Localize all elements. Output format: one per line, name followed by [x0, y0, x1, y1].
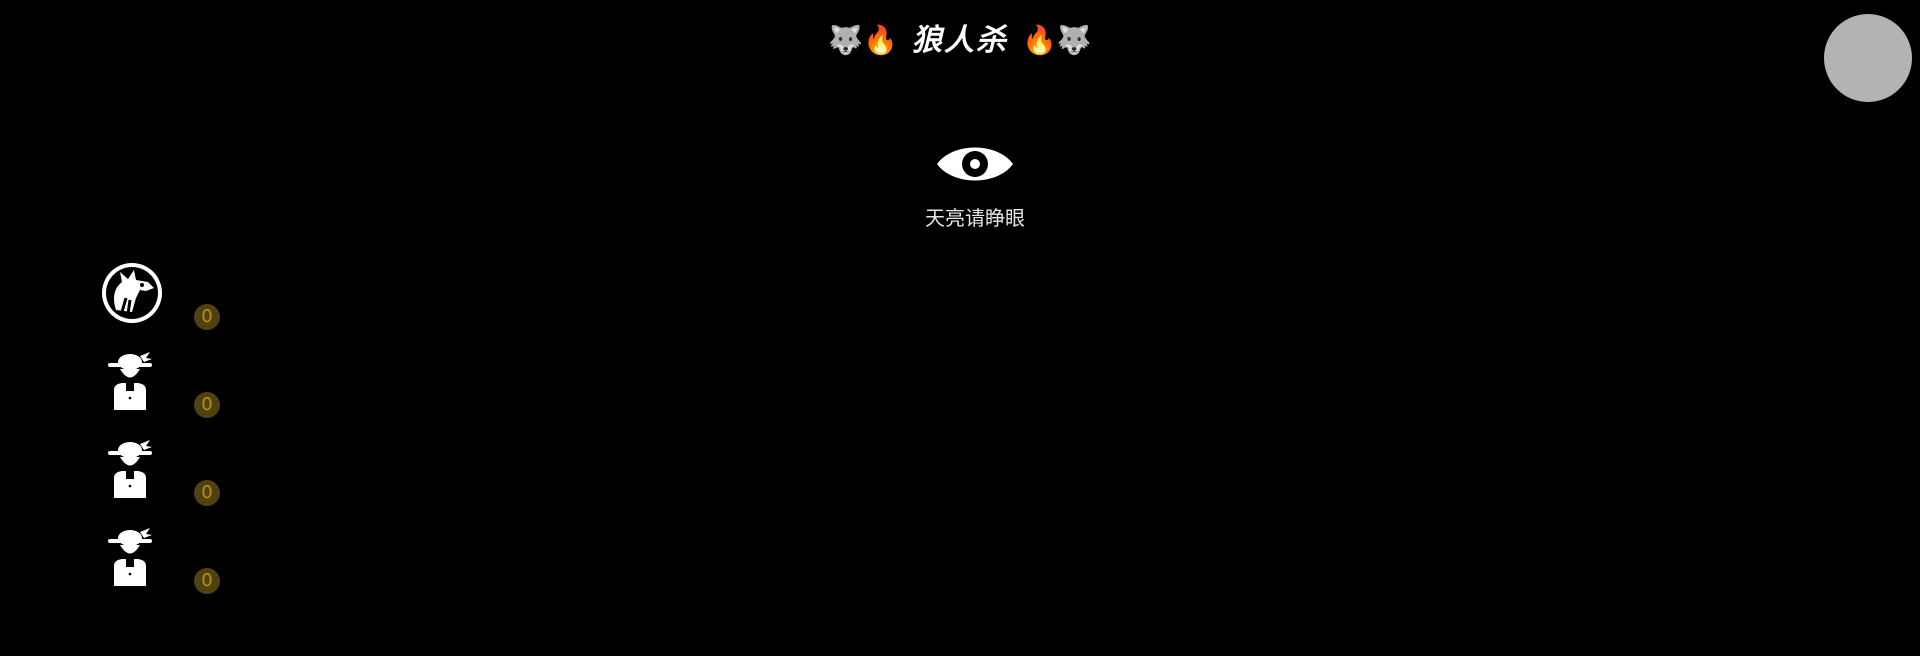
title-right-deco: 🔥🐺: [1022, 23, 1092, 57]
player-row[interactable]: 0: [96, 258, 236, 346]
werewolf-icon: [102, 263, 162, 323]
villager-icon: [108, 440, 152, 498]
game-title: 🐺🔥 狼人杀 🔥🐺: [0, 18, 1920, 63]
player-row[interactable]: 0: [96, 522, 236, 610]
title-text: 狼人杀: [912, 22, 1008, 58]
vote-count-badge: 0: [194, 304, 220, 330]
player-row[interactable]: 0: [96, 434, 236, 522]
avatar-button[interactable]: [1824, 14, 1912, 102]
player-row[interactable]: 0: [96, 346, 236, 434]
phase-text: 天亮请睁眼: [925, 206, 1025, 230]
title-left-deco: 🐺🔥: [828, 23, 898, 57]
villager-icon: [108, 528, 152, 586]
vote-count-badge: 0: [194, 480, 220, 506]
game-stage: 🐺🔥 狼人杀 🔥🐺 天亮请睁眼 0 0 0 0: [0, 0, 1920, 656]
vote-count-badge: 0: [194, 392, 220, 418]
villager-icon: [108, 352, 152, 410]
player-list: 0 0 0 0: [96, 258, 236, 610]
phase-indicator: 天亮请睁眼: [860, 140, 1090, 231]
vote-count-badge: 0: [194, 568, 220, 594]
eye-icon: [937, 147, 1013, 181]
